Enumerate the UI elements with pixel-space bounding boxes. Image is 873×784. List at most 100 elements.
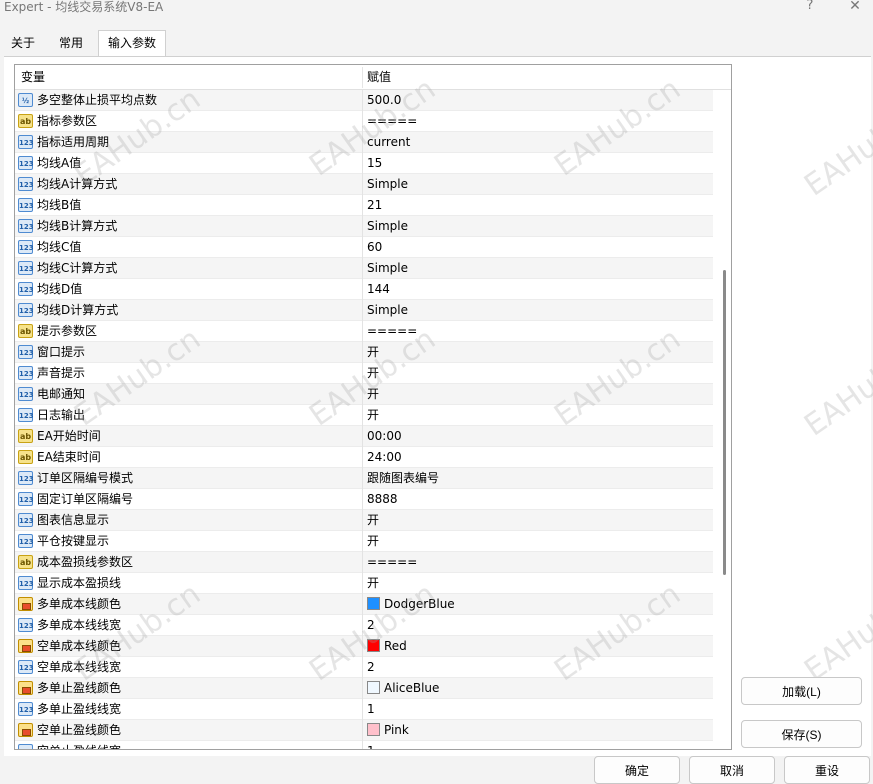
parameter-value[interactable]: 144: [367, 279, 390, 300]
parameter-value[interactable]: Simple: [367, 216, 408, 237]
parameter-value[interactable]: current: [367, 132, 410, 153]
parameter-value[interactable]: 2: [367, 615, 375, 636]
vertical-scrollbar[interactable]: [718, 65, 731, 749]
table-row[interactable]: ab 成本盈损线参数区 =====: [15, 552, 713, 573]
table-row[interactable]: 123 平仓按键显示 开: [15, 531, 713, 552]
save-button[interactable]: 保存(S): [741, 720, 862, 748]
parameter-value[interactable]: 1: [367, 741, 375, 749]
tab-common[interactable]: 常用: [50, 32, 93, 56]
ok-button[interactable]: 确定: [594, 756, 680, 784]
parameter-value[interactable]: =====: [367, 111, 417, 132]
column-divider: [362, 594, 363, 615]
parameter-value[interactable]: 60: [367, 237, 382, 258]
column-divider: [362, 384, 363, 405]
help-icon[interactable]: ?: [795, 0, 825, 14]
table-row[interactable]: 123 均线C计算方式 Simple: [15, 258, 713, 279]
table-row[interactable]: 空单成本线颜色 Red: [15, 636, 713, 657]
header-divider[interactable]: [362, 67, 363, 88]
parameter-name: 声音提示: [37, 366, 86, 380]
header-value[interactable]: 赋值: [367, 65, 391, 90]
close-icon[interactable]: ✕: [840, 0, 870, 14]
parameter-name: 均线B值: [37, 198, 82, 212]
integer-type-icon: 123: [18, 618, 34, 632]
column-divider: [362, 111, 363, 132]
table-row[interactable]: 123 窗口提示 开: [15, 342, 713, 363]
integer-type-icon: 123: [18, 135, 34, 149]
scrollbar-thumb[interactable]: [723, 270, 726, 575]
parameter-value[interactable]: =====: [367, 321, 417, 342]
parameter-value[interactable]: Simple: [367, 300, 408, 321]
table-row[interactable]: 123 均线C值 60: [15, 237, 713, 258]
table-row[interactable]: ab EA开始时间 00:00: [15, 426, 713, 447]
table-row[interactable]: 123 固定订单区隔编号 8888: [15, 489, 713, 510]
column-divider: [362, 153, 363, 174]
parameter-value[interactable]: 开: [367, 342, 379, 363]
table-row[interactable]: 多单成本线颜色 DodgerBlue: [15, 594, 713, 615]
table-row[interactable]: 123 均线D计算方式 Simple: [15, 300, 713, 321]
parameter-value[interactable]: AliceBlue: [367, 678, 439, 699]
table-row[interactable]: 123 订单区隔编号模式 跟随图表编号: [15, 468, 713, 489]
load-button[interactable]: 加载(L): [741, 677, 862, 705]
table-row[interactable]: 123 均线B值 21: [15, 195, 713, 216]
parameter-name: 窗口提示: [37, 345, 86, 359]
integer-type-icon: 123: [18, 261, 34, 275]
table-row[interactable]: 123 均线B计算方式 Simple: [15, 216, 713, 237]
parameter-name: 多单止盈线颜色: [37, 681, 122, 695]
color-type-icon: [18, 723, 33, 737]
parameter-value[interactable]: 开: [367, 573, 379, 594]
parameter-value[interactable]: DodgerBlue: [367, 594, 455, 615]
parameter-value[interactable]: 开: [367, 363, 379, 384]
table-row[interactable]: 空单止盈线颜色 Pink: [15, 720, 713, 741]
table-row[interactable]: ab EA结束时间 24:00: [15, 447, 713, 468]
table-row[interactable]: 123 空单成本线线宽 2: [15, 657, 713, 678]
parameter-name: 显示成本盈损线: [37, 576, 122, 590]
table-row[interactable]: 123 显示成本盈损线 开: [15, 573, 713, 594]
parameter-value[interactable]: 15: [367, 153, 382, 174]
parameter-value[interactable]: 00:00: [367, 426, 402, 447]
table-row[interactable]: 123 日志输出 开: [15, 405, 713, 426]
table-row[interactable]: ab 指标参数区 =====: [15, 111, 713, 132]
table-row[interactable]: 123 均线D值 144: [15, 279, 713, 300]
integer-type-icon: 123: [18, 660, 34, 674]
color-name: AliceBlue: [384, 681, 440, 695]
parameter-value[interactable]: 24:00: [367, 447, 402, 468]
table-row[interactable]: 123 图表信息显示 开: [15, 510, 713, 531]
parameter-value[interactable]: 8888: [367, 489, 398, 510]
parameter-name: 均线D计算方式: [37, 303, 119, 317]
color-name: Red: [384, 639, 407, 653]
integer-type-icon: 123: [18, 534, 34, 548]
parameter-value[interactable]: 21: [367, 195, 382, 216]
parameter-value[interactable]: Simple: [367, 258, 408, 279]
parameter-value[interactable]: Simple: [367, 174, 408, 195]
table-row[interactable]: 123 均线A计算方式 Simple: [15, 174, 713, 195]
cancel-button[interactable]: 取消: [689, 756, 775, 784]
parameter-value[interactable]: Pink: [367, 720, 409, 741]
table-row[interactable]: ½ 多空整体止损平均点数 500.0: [15, 90, 713, 111]
tab-about[interactable]: 关于: [2, 32, 45, 56]
parameter-value[interactable]: 跟随图表编号: [367, 468, 439, 489]
parameter-value[interactable]: =====: [367, 552, 417, 573]
reset-button[interactable]: 重设: [784, 756, 870, 784]
table-row[interactable]: ab 提示参数区 =====: [15, 321, 713, 342]
table-row[interactable]: 123空单止盈线线宽 1: [15, 741, 713, 749]
column-divider: [362, 678, 363, 699]
table-row[interactable]: 123 均线A值 15: [15, 153, 713, 174]
parameter-value[interactable]: 开: [367, 405, 379, 426]
parameter-value[interactable]: 500.0: [367, 90, 401, 111]
table-row[interactable]: 123 电邮通知 开: [15, 384, 713, 405]
table-row[interactable]: 多单止盈线颜色 AliceBlue: [15, 678, 713, 699]
integer-type-icon: 123: [18, 387, 34, 401]
table-row[interactable]: 123 声音提示 开: [15, 363, 713, 384]
parameter-value[interactable]: Red: [367, 636, 407, 657]
tab-inputs[interactable]: 输入参数: [98, 30, 167, 57]
table-row[interactable]: 123 多单成本线线宽 2: [15, 615, 713, 636]
table-row[interactable]: 123 多单止盈线线宽 1: [15, 699, 713, 720]
header-variable[interactable]: 变量: [21, 65, 45, 90]
parameter-value[interactable]: 2: [367, 657, 375, 678]
parameter-value[interactable]: 开: [367, 384, 379, 405]
parameter-value[interactable]: 开: [367, 510, 379, 531]
table-row[interactable]: 123 指标适用周期 current: [15, 132, 713, 153]
parameter-value[interactable]: 开: [367, 531, 379, 552]
parameter-value[interactable]: 1: [367, 699, 375, 720]
color-type-icon: [18, 597, 33, 611]
